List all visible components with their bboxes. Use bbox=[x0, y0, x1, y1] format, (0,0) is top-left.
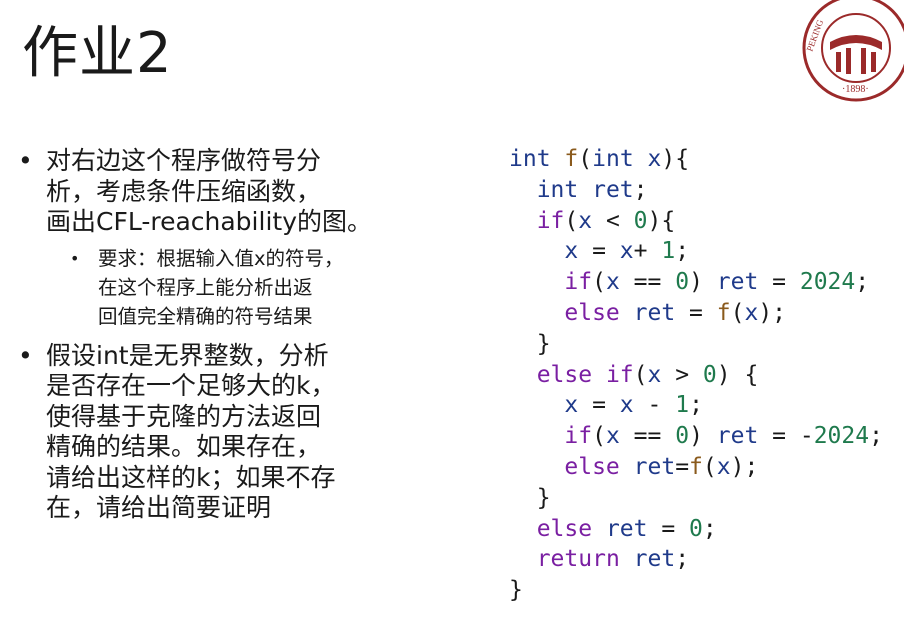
bullet-line: 使得基于克隆的方法返回 bbox=[46, 401, 322, 431]
bullet-1: • 对右边这个程序做符号分 析，考虑条件压缩函数， 画出CFL-reachabi… bbox=[18, 146, 398, 238]
bullet-line: 精确的结果。如果存在， bbox=[46, 432, 322, 461]
code-line: if(x == 0) ret = 2024; bbox=[564, 269, 870, 296]
bullet-dot: • bbox=[18, 146, 33, 175]
bullet-line: 在，请给出简要证明 bbox=[46, 493, 272, 522]
bullet-line: 对右边这个程序做符号分 bbox=[46, 146, 322, 175]
code-line: } bbox=[509, 577, 523, 604]
sub-bullet-line: 回值完全精确的符号结果 bbox=[98, 304, 313, 328]
code-line: x = x - 1; bbox=[564, 392, 703, 419]
svg-text:·1898·: ·1898· bbox=[842, 84, 869, 95]
code-line: else ret = 0; bbox=[536, 515, 717, 542]
code-line: int f(int x){ bbox=[509, 146, 690, 172]
bullet-line: 请给出这样的k；如果不存 bbox=[46, 462, 336, 492]
code-line: int ret; bbox=[536, 176, 648, 203]
code-block: int f(int x){ int ret; if(x < 0){ x = x+… bbox=[509, 144, 883, 606]
sub-bullet-line: 在这个程序上能分析出返 bbox=[98, 275, 313, 299]
code-line: x = x+ 1; bbox=[564, 238, 690, 265]
bullet-list: • 对右边这个程序做符号分 析，考虑条件压缩函数， 画出CFL-reachabi… bbox=[18, 146, 398, 524]
university-seal-logo: PEKING ·1898· bbox=[802, 0, 904, 102]
bullet-line: 是否存在一个足够大的k， bbox=[46, 371, 336, 400]
sub-bullet-1: • 要求：根据输入值x的符号， 在这个程序上能分析出返 回值完全精确的符号结果 bbox=[18, 244, 398, 331]
bullet-dot: • bbox=[18, 340, 33, 370]
bullet-dot: • bbox=[70, 248, 80, 268]
code-line: return ret; bbox=[536, 546, 690, 573]
code-line: if(x < 0){ bbox=[536, 207, 676, 234]
code-line: else ret = f(x); bbox=[564, 299, 787, 326]
code-line: else if(x > 0) { bbox=[536, 361, 759, 388]
bullet-line: 析，考虑条件压缩函数， bbox=[46, 176, 322, 206]
code-line: else ret=f(x); bbox=[564, 453, 759, 480]
bullet-line: 假设int是无界整数，分析 bbox=[46, 340, 329, 370]
code-line: if(x == 0) ret = -2024; bbox=[564, 423, 883, 450]
code-line: } bbox=[509, 330, 551, 357]
bullet-line: 画出CFL-reachability的图。 bbox=[46, 207, 372, 236]
code-line: } bbox=[509, 484, 551, 511]
sub-bullet-line: 要求：根据输入值x的符号， bbox=[98, 246, 344, 270]
slide-title: 作业2 bbox=[22, 21, 173, 86]
bullet-2: • 假设int是无界整数，分析 是否存在一个足够大的k， 使得基于克隆的方法返回… bbox=[18, 341, 398, 524]
